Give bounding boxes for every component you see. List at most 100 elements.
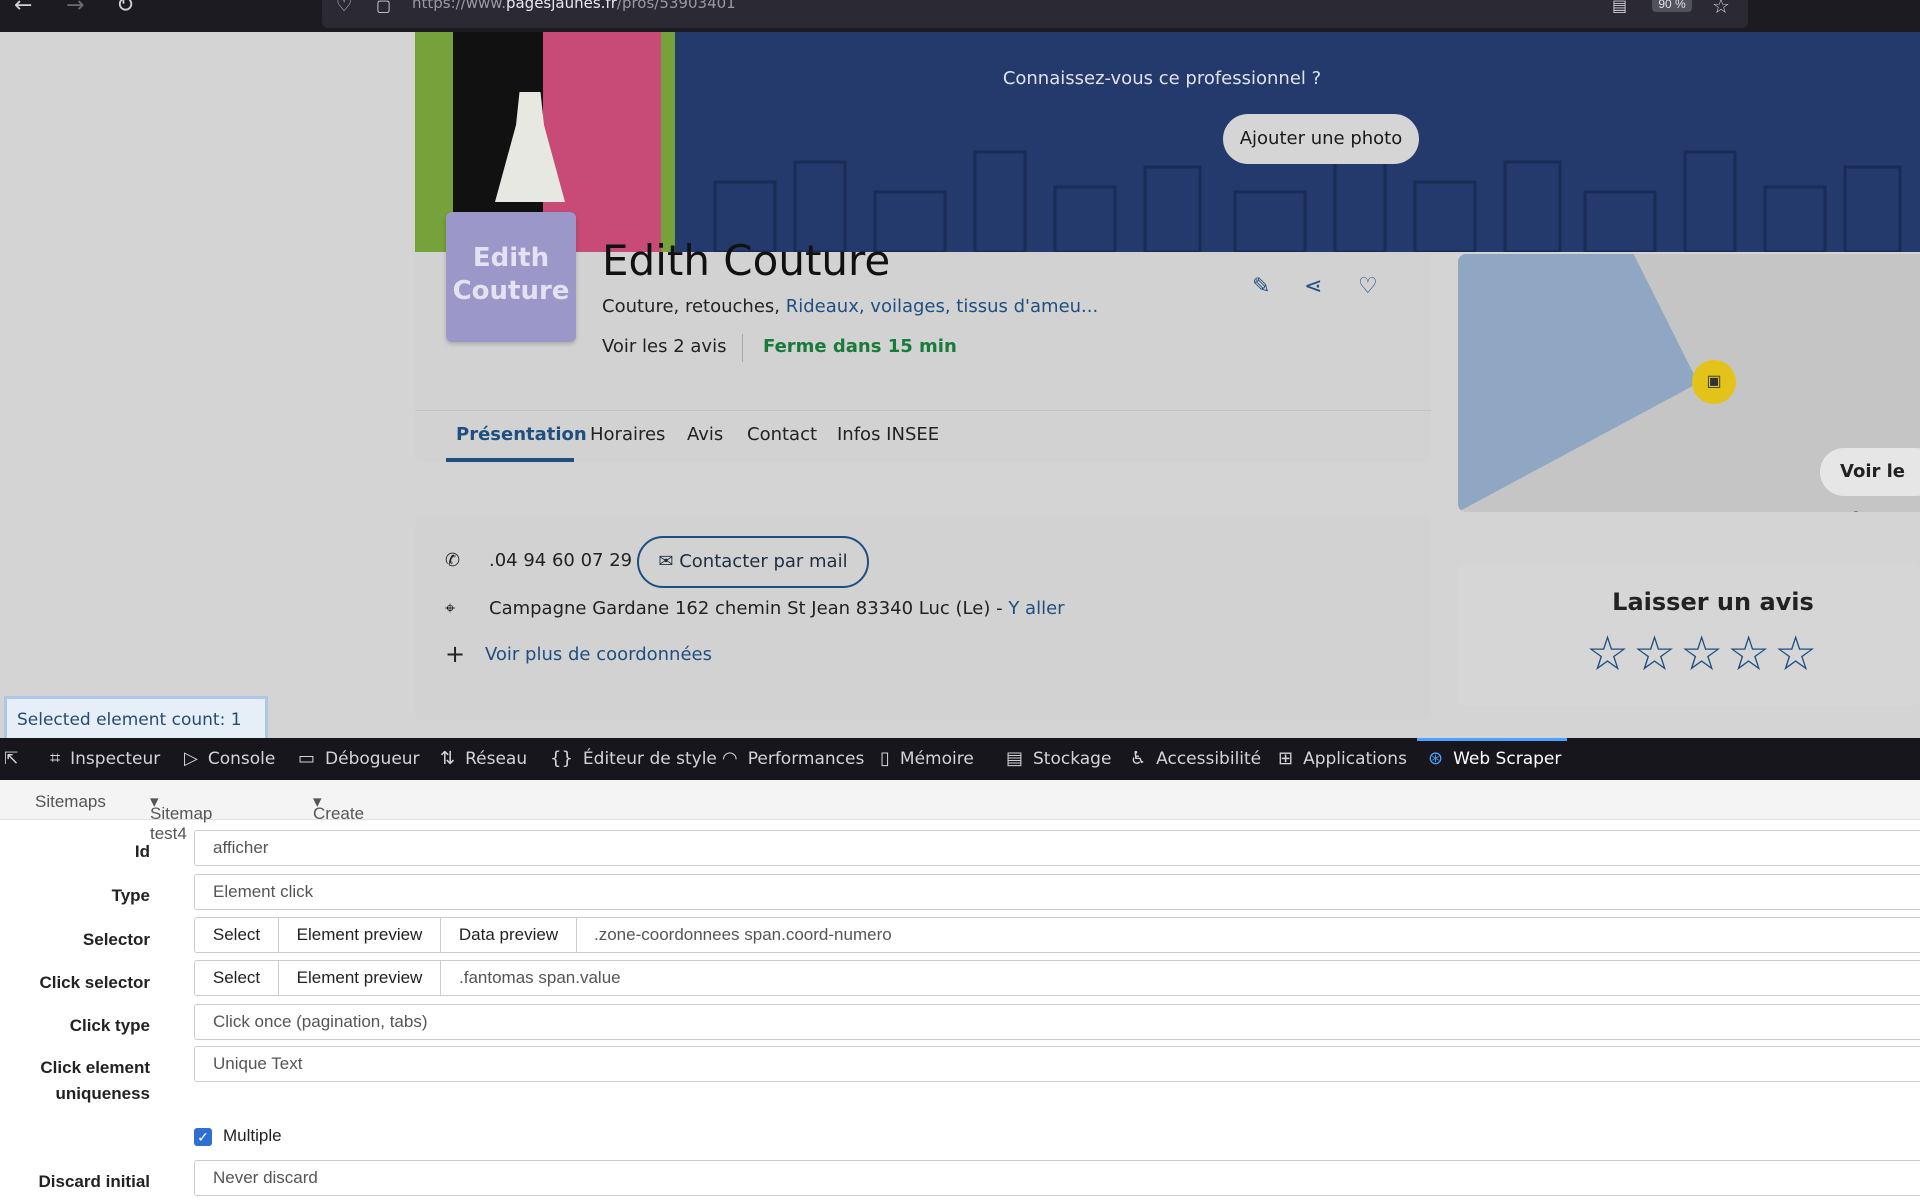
inspector-icon: ⌗	[50, 748, 61, 769]
view-map-button[interactable]: Voir le pla	[1820, 448, 1920, 512]
city-banner: Connaissez-vous ce professionnel ? Ajout…	[675, 32, 1920, 252]
reader-view-icon[interactable]: ▤	[1612, 0, 1627, 14]
type-select[interactable]: Element click	[194, 874, 1920, 910]
discard-initial-select[interactable]: Never discard	[194, 1160, 1920, 1196]
edit-pencil-icon[interactable]: ✎	[1252, 274, 1270, 299]
map-pin-icon[interactable]: ▣	[1692, 360, 1736, 404]
rating-stars[interactable]: ☆☆☆☆☆	[1586, 626, 1821, 682]
debugger-icon: ▭	[298, 748, 316, 769]
rating-card: Laisser un avis ☆☆☆☆☆	[1458, 564, 1920, 706]
add-photo-button[interactable]: Ajouter une photo	[1223, 114, 1419, 164]
click-selector-input[interactable]: .fantomas span.value	[459, 961, 621, 995]
tab-inspecteur[interactable]: ⌗ Inspecteur	[50, 738, 160, 780]
click-type-label: Click type	[69, 1016, 150, 1035]
selector-input[interactable]: .zone-coordonnees span.coord-numero	[594, 918, 892, 952]
click-uniqueness-label-2: uniqueness	[55, 1084, 150, 1103]
plus-icon[interactable]: +	[445, 640, 465, 668]
web-scraper-nav: Sitemaps Sitemap test4 ▾ Create new site…	[0, 780, 1920, 863]
bookmark-star-icon[interactable]: ☆	[1712, 0, 1730, 16]
tab-avis[interactable]: Avis	[687, 424, 723, 445]
address: Campagne Gardane 162 chemin St Jean 8334…	[489, 598, 1065, 619]
heart-favorite-icon[interactable]: ♡	[1358, 274, 1378, 299]
lock-icon: ▢	[376, 0, 392, 15]
tab-console[interactable]: ▷ Console	[184, 738, 275, 780]
rating-title: Laisser un avis	[1612, 588, 1814, 616]
type-label: Type	[111, 886, 150, 905]
browser-toolbar: ← → ↻ ♡ ▢ https://www.pagesjaunes.fr/pro…	[0, 0, 1920, 32]
click-selector-element-preview-button[interactable]: Element preview	[279, 961, 441, 995]
selector-group: Select Element preview Data preview .zon…	[194, 917, 1920, 953]
console-icon: ▷	[184, 748, 198, 769]
element-picker-icon[interactable]: ⇱	[4, 738, 18, 780]
sitemaps-link[interactable]: Sitemaps	[35, 792, 106, 812]
selector-label: Selector	[82, 930, 150, 949]
banner-question: Connaissez-vous ce professionnel ?	[1002, 68, 1322, 89]
tab-applications[interactable]: ⊞ Applications	[1278, 738, 1407, 780]
click-type-select[interactable]: Click once (pagination, tabs)	[194, 1004, 1920, 1040]
network-icon: ⇅	[440, 748, 456, 769]
tab-memoire[interactable]: ▯ Mémoire	[880, 738, 974, 780]
more-details-link[interactable]: Voir plus de coordonnées	[485, 644, 712, 665]
phone-icon: ✆	[445, 550, 461, 571]
id-input[interactable]: afficher	[194, 830, 1920, 866]
business-name: Edith Couture	[602, 236, 891, 285]
tab-infos-insee[interactable]: Infos INSEE	[837, 424, 939, 445]
reviews-link[interactable]: Voir les 2 avis	[602, 336, 726, 357]
storage-icon: ▤	[1006, 748, 1024, 769]
contact-card: ✆ .04 94 60 07 29 ⌖ Campagne Gardane 162…	[415, 516, 1431, 720]
tab-presentation[interactable]: Présentation	[456, 424, 587, 445]
share-icon[interactable]: ⋖	[1304, 274, 1322, 299]
url-text[interactable]: https://www.pagesjaunes.fr/pros/53903401	[412, 0, 736, 12]
directions-link[interactable]: Y aller	[1008, 598, 1064, 619]
selected-element-count: Selected element count: 1	[4, 696, 268, 738]
click-selector-select-button[interactable]: Select	[195, 961, 279, 995]
web-page: Connaissez-vous ce professionnel ? Ajout…	[0, 32, 1920, 738]
tab-accessibilite[interactable]: ♿ Accessibilité	[1130, 738, 1261, 780]
phone-number[interactable]: .04 94 60 07 29	[489, 550, 632, 571]
applications-grid-icon: ⊞	[1278, 748, 1294, 769]
selector-data-preview-button[interactable]: Data preview	[441, 918, 577, 952]
web-scraper-icon: ⊛	[1428, 748, 1444, 769]
discard-initial-label: Discard initial	[38, 1172, 150, 1191]
zoom-badge[interactable]: 90 %	[1652, 0, 1692, 12]
categories-link[interactable]: Rideaux, voilages, tissus d'ameu...	[786, 296, 1098, 317]
tab-debogueur[interactable]: ▭ Débogueur	[298, 738, 420, 780]
click-selector-group: Select Element preview .fantomas span.va…	[194, 960, 1920, 996]
create-sitemap-dropdown[interactable]: Create new sitemap ▾	[313, 792, 373, 863]
back-arrow-icon[interactable]: ←	[14, 0, 32, 17]
tab-editeur-de-style[interactable]: {} Éditeur de style	[550, 738, 717, 780]
business-logo: Edith Couture	[446, 212, 576, 342]
multiple-label: Multiple	[223, 1126, 282, 1145]
tab-horaires[interactable]: Horaires	[590, 424, 665, 445]
url-bar[interactable]: ♡ ▢ https://www.pagesjaunes.fr/pros/5390…	[322, 0, 1748, 28]
memory-icon: ▯	[880, 748, 890, 769]
tab-stockage[interactable]: ▤ Stockage	[1006, 738, 1111, 780]
web-scraper-panel: Sitemaps Sitemap test4 ▾ Create new site…	[0, 780, 1920, 1203]
location-map[interactable]: ▣ Voir le pla	[1458, 254, 1920, 512]
tab-performances[interactable]: ◠ Performances	[722, 738, 864, 780]
tab-reseau[interactable]: ⇅ Réseau	[440, 738, 527, 780]
opening-status: Ferme dans 15 min	[763, 336, 957, 357]
id-label: Id	[134, 842, 150, 861]
click-uniqueness-label-1: Click element	[40, 1058, 150, 1077]
tab-web-scraper[interactable]: ⊛ Web Scraper	[1428, 738, 1561, 780]
contact-mail-button[interactable]: ✉ Contacter par mail	[637, 536, 869, 588]
tab-contact[interactable]: Contact	[747, 424, 817, 445]
performance-icon: ◠	[722, 748, 738, 769]
forward-arrow-icon[interactable]: →	[66, 0, 84, 17]
location-pin-icon: ⌖	[445, 598, 456, 619]
multiple-checkbox[interactable]: ✓	[194, 1128, 212, 1146]
selector-element-preview-button[interactable]: Element preview	[279, 918, 441, 952]
shield-icon[interactable]: ♡	[336, 0, 352, 15]
style-editor-icon: {}	[550, 748, 573, 769]
envelope-icon: ✉	[658, 551, 680, 572]
sitemap-dropdown[interactable]: Sitemap test4 ▾	[150, 792, 212, 843]
devtools-toolbar: ⇱ ⌗ Inspecteur ▷ Console ▭ Débogueur ⇅ Résea…	[0, 738, 1920, 780]
active-tab-indicator	[446, 458, 574, 462]
selector-select-button[interactable]: Select	[195, 918, 279, 952]
click-selector-label: Click selector	[39, 973, 150, 992]
accessibility-icon: ♿	[1130, 748, 1147, 769]
reload-icon[interactable]: ↻	[116, 0, 134, 17]
click-uniqueness-select[interactable]: Unique Text	[194, 1046, 1920, 1082]
business-categories: Couture, retouches, Rideaux, voilages, t…	[602, 296, 1099, 317]
